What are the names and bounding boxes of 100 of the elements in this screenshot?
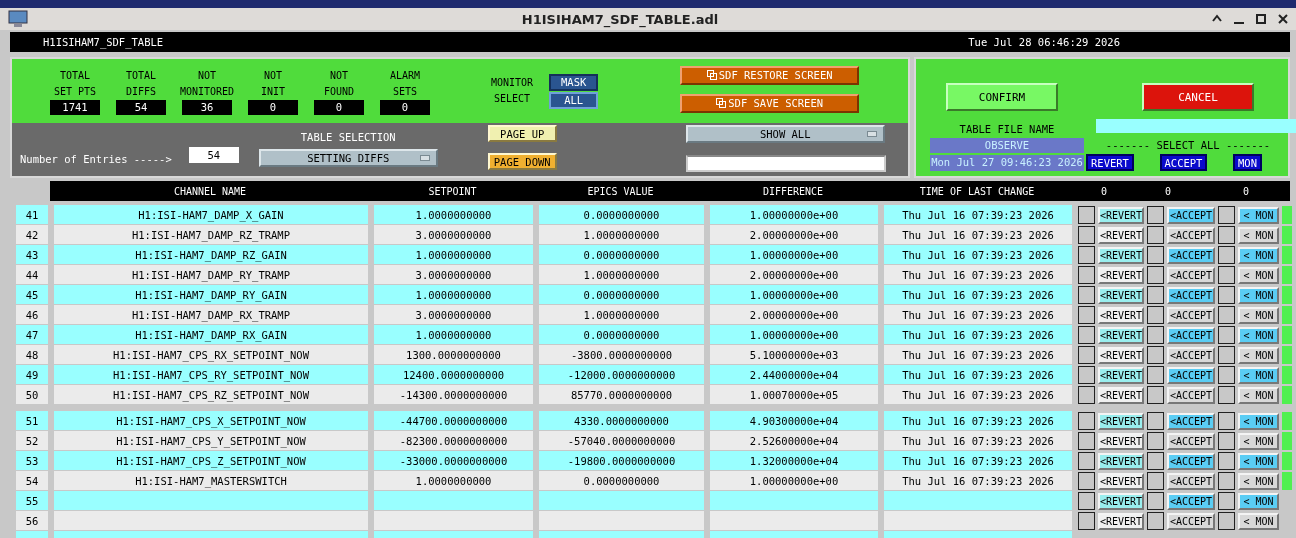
row-action-button[interactable]: <ACCEPT	[1167, 326, 1215, 344]
row-action-button[interactable]: < MON	[1238, 246, 1279, 264]
row-action-button[interactable]: <ACCEPT	[1167, 366, 1215, 384]
cancel-button[interactable]: CANCEL	[1142, 83, 1254, 111]
row-action-button[interactable]: < MON	[1238, 366, 1279, 384]
row-action-button[interactable]: <REVERT	[1098, 306, 1144, 324]
checkbox[interactable]	[1218, 472, 1235, 490]
row-action-button[interactable]: <REVERT	[1098, 226, 1144, 244]
maximize-icon[interactable]	[1256, 14, 1266, 24]
checkbox[interactable]	[1147, 226, 1164, 244]
checkbox[interactable]	[1218, 452, 1235, 470]
checkbox[interactable]	[1078, 246, 1095, 264]
row-action-button[interactable]: < MON	[1238, 472, 1279, 490]
row-action-button[interactable]: <ACCEPT	[1167, 286, 1215, 304]
table-selection-menu[interactable]: SETTING DIFFS	[258, 149, 438, 167]
row-action-button[interactable]: < MON	[1238, 266, 1279, 284]
row-action-button[interactable]: <REVERT	[1098, 412, 1144, 430]
row-action-button[interactable]: < MON	[1238, 226, 1279, 244]
shade-icon[interactable]	[1212, 14, 1222, 22]
row-action-button[interactable]: <ACCEPT	[1167, 512, 1215, 530]
row-action-button[interactable]: <ACCEPT	[1167, 412, 1215, 430]
row-action-button[interactable]: < MON	[1238, 206, 1279, 224]
checkbox[interactable]	[1147, 366, 1164, 384]
close-icon[interactable]	[1278, 14, 1288, 24]
row-action-button[interactable]: <REVERT	[1098, 326, 1144, 344]
file-name-field[interactable]	[1096, 119, 1296, 133]
row-action-button[interactable]: <ACCEPT	[1167, 386, 1215, 404]
page-button[interactable]: PAGE DOWN	[487, 153, 557, 170]
checkbox[interactable]	[1078, 366, 1095, 384]
row-action-button[interactable]: < MON	[1238, 326, 1279, 344]
checkbox[interactable]	[1078, 346, 1095, 364]
checkbox[interactable]	[1218, 326, 1235, 344]
row-action-button[interactable]: <ACCEPT	[1167, 206, 1215, 224]
row-action-button[interactable]: <ACCEPT	[1167, 472, 1215, 490]
page-button[interactable]: PAGE UP	[487, 125, 557, 142]
checkbox[interactable]	[1147, 326, 1164, 344]
row-action-button[interactable]: < MON	[1238, 286, 1279, 304]
row-action-button[interactable]: < MON	[1238, 386, 1279, 404]
row-action-button[interactable]: <ACCEPT	[1167, 346, 1215, 364]
checkbox[interactable]	[1078, 306, 1095, 324]
checkbox[interactable]	[1147, 346, 1164, 364]
checkbox[interactable]	[1147, 452, 1164, 470]
row-action-button[interactable]: <REVERT	[1098, 452, 1144, 470]
checkbox[interactable]	[1078, 512, 1095, 530]
screen-button[interactable]: SDF RESTORE SCREEN	[680, 65, 860, 85]
checkbox[interactable]	[1218, 246, 1235, 264]
checkbox[interactable]	[1078, 206, 1095, 224]
checkbox[interactable]	[1218, 206, 1235, 224]
confirm-button[interactable]: CONFIRM	[946, 83, 1058, 111]
select-all-button[interactable]: ACCEPT	[1159, 154, 1208, 171]
checkbox[interactable]	[1147, 512, 1164, 530]
checkbox[interactable]	[1078, 412, 1095, 430]
checkbox[interactable]	[1218, 366, 1235, 384]
row-action-button[interactable]: <REVERT	[1098, 246, 1144, 264]
row-action-button[interactable]: <ACCEPT	[1167, 226, 1215, 244]
row-action-button[interactable]: <REVERT	[1098, 432, 1144, 450]
row-action-button[interactable]: <REVERT	[1098, 472, 1144, 490]
row-action-button[interactable]: <REVERT	[1098, 366, 1144, 384]
checkbox[interactable]	[1078, 286, 1095, 304]
row-action-button[interactable]: <REVERT	[1098, 386, 1144, 404]
checkbox[interactable]	[1218, 512, 1235, 530]
checkbox[interactable]	[1078, 226, 1095, 244]
checkbox[interactable]	[1218, 346, 1235, 364]
row-action-button[interactable]: < MON	[1238, 452, 1279, 470]
checkbox[interactable]	[1147, 432, 1164, 450]
checkbox[interactable]	[1147, 492, 1164, 510]
checkbox[interactable]	[1218, 306, 1235, 324]
checkbox[interactable]	[1078, 452, 1095, 470]
row-action-button[interactable]: < MON	[1238, 512, 1279, 530]
checkbox[interactable]	[1147, 306, 1164, 324]
row-action-button[interactable]: < MON	[1238, 306, 1279, 324]
checkbox[interactable]	[1147, 412, 1164, 430]
checkbox[interactable]	[1078, 386, 1095, 404]
checkbox[interactable]	[1218, 386, 1235, 404]
checkbox[interactable]	[1078, 432, 1095, 450]
checkbox[interactable]	[1147, 246, 1164, 264]
checkbox[interactable]	[1078, 326, 1095, 344]
row-action-button[interactable]: < MON	[1238, 346, 1279, 364]
checkbox[interactable]	[1147, 472, 1164, 490]
checkbox[interactable]	[1147, 206, 1164, 224]
screen-button[interactable]: SDF SAVE SCREEN	[680, 93, 860, 113]
row-action-button[interactable]: <ACCEPT	[1167, 432, 1215, 450]
row-action-button[interactable]: <REVERT	[1098, 286, 1144, 304]
row-action-button[interactable]: <REVERT	[1098, 512, 1144, 530]
checkbox[interactable]	[1147, 386, 1164, 404]
checkbox[interactable]	[1218, 226, 1235, 244]
row-action-button[interactable]: <REVERT	[1098, 206, 1144, 224]
row-action-button[interactable]: < MON	[1238, 412, 1279, 430]
monitor-option[interactable]: ALL	[549, 91, 599, 109]
checkbox[interactable]	[1218, 492, 1235, 510]
row-action-button[interactable]: < MON	[1238, 492, 1279, 510]
checkbox[interactable]	[1078, 472, 1095, 490]
row-action-button[interactable]: <ACCEPT	[1167, 492, 1215, 510]
checkbox[interactable]	[1147, 266, 1164, 284]
checkbox[interactable]	[1218, 432, 1235, 450]
select-all-button[interactable]: MON	[1233, 154, 1262, 171]
checkbox[interactable]	[1078, 266, 1095, 284]
row-action-button[interactable]: <ACCEPT	[1167, 266, 1215, 284]
row-action-button[interactable]: <ACCEPT	[1167, 452, 1215, 470]
checkbox[interactable]	[1078, 492, 1095, 510]
